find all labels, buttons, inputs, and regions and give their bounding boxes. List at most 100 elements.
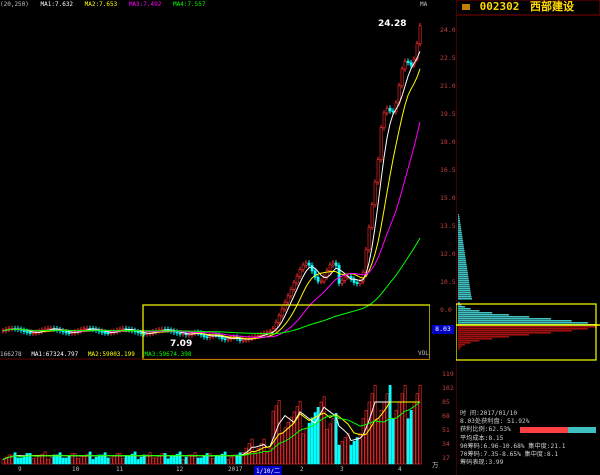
cost-dist-bar — [458, 246, 464, 248]
candle — [316, 276, 320, 282]
volume-bar — [373, 385, 377, 465]
vol-unit-label: 万 — [432, 461, 439, 469]
candle — [343, 276, 347, 281]
volume-bar — [193, 452, 197, 465]
candle — [409, 62, 413, 66]
volume-bar — [91, 459, 95, 465]
cost-dist-bar — [458, 278, 469, 280]
candle — [25, 331, 29, 333]
vtick-119: 119 — [442, 370, 454, 378]
volume-bar — [355, 437, 359, 465]
cost-dist-bar — [458, 328, 588, 330]
candle — [367, 226, 371, 251]
stock-title: 002302 西部建设 — [458, 0, 600, 14]
volume-bar — [265, 452, 269, 465]
cost-dist-bar — [458, 314, 510, 316]
stat-profit-ratio: 获利比例:62.53% — [460, 426, 600, 434]
volume-bar — [145, 454, 149, 465]
volume-bar — [259, 443, 263, 465]
cost-dist-bar — [458, 274, 469, 276]
volume-bar — [325, 428, 329, 465]
volume-bar — [403, 385, 407, 465]
candle — [46, 328, 50, 330]
ma-indicator-bar: (20,250) MA1:7.632 MA2:7.653 MA3:7.492 M… — [0, 0, 430, 10]
volume-bar — [289, 416, 293, 465]
vtick-34: 34 — [442, 440, 450, 448]
current-price-tag: 8.03 — [432, 325, 454, 334]
tick-10-5: 10.5 — [440, 278, 456, 286]
tick-24: 24.0 — [440, 26, 456, 34]
cost-dist-bar — [458, 236, 463, 238]
cost-dist-bar — [458, 344, 465, 346]
volume-bar — [328, 423, 332, 465]
candle — [82, 328, 86, 331]
candle — [175, 331, 179, 334]
candle — [22, 330, 26, 332]
volume-bar — [232, 454, 236, 465]
stat-90-chip: 90筹码:6.96-10.68% 集中度:21.1 — [460, 442, 566, 450]
candle — [67, 332, 71, 334]
candle — [205, 336, 209, 339]
cost-dist-bar — [458, 330, 572, 332]
candle — [103, 331, 107, 334]
volume-bar — [190, 454, 194, 465]
volume-bar — [412, 401, 416, 465]
ma1-value: MA1:7.632 — [40, 1, 74, 8]
cost-dist-bar — [458, 226, 461, 228]
vtick-17: 17 — [442, 454, 450, 462]
cost-dist-bar — [458, 316, 530, 318]
cost-dist-bar — [458, 326, 597, 328]
stat-chip-performance: 筹码表现:3.99 — [460, 459, 504, 467]
volume-bar — [142, 454, 146, 465]
volume-bar — [163, 453, 167, 465]
candle — [178, 332, 182, 335]
cost-dist-bar — [458, 262, 467, 264]
cost-dist-bar — [458, 348, 460, 350]
cost-dist-bar — [458, 306, 465, 308]
candle — [187, 334, 191, 337]
volume-bar — [13, 452, 17, 465]
candle — [31, 332, 35, 335]
cost-dist-bar — [458, 296, 472, 298]
volume-bar — [238, 452, 242, 465]
volume-bar — [214, 456, 218, 465]
candle — [145, 333, 149, 335]
candle — [307, 262, 311, 266]
volume-bar — [397, 401, 401, 465]
candle — [61, 330, 65, 333]
price-axis: 24.0 22.5 21.0 19.5 18.0 16.5 15.0 13.5 … — [430, 10, 456, 360]
candle — [277, 315, 281, 323]
volume-bar — [76, 458, 80, 465]
volume-bar — [244, 447, 248, 465]
candlestick-chart[interactable] — [0, 10, 430, 360]
candle — [301, 264, 305, 270]
candle — [295, 275, 299, 284]
cost-dist-bar — [458, 244, 464, 246]
volume-bar — [298, 400, 302, 465]
volume-bar — [1, 459, 5, 465]
candle — [241, 339, 245, 342]
candle — [70, 332, 74, 334]
volume-bar — [226, 459, 230, 465]
cost-dist-bar — [458, 288, 471, 290]
folder-icon — [462, 4, 470, 10]
volume-bar — [34, 456, 38, 465]
volume-bar — [283, 427, 287, 465]
cost-dist-bar — [458, 292, 471, 294]
volume-bar — [100, 454, 104, 465]
tick-16-5: 16.5 — [440, 166, 456, 174]
volume-chart[interactable] — [0, 360, 430, 468]
candle — [358, 281, 362, 284]
volume-bar — [121, 458, 125, 465]
candle — [376, 159, 380, 183]
date-9: 9 — [18, 466, 22, 473]
cost-dist-bar — [458, 280, 469, 282]
candle — [268, 331, 272, 333]
cost-dist-bar — [458, 342, 471, 344]
volume-bar — [196, 457, 200, 465]
volume-bar — [208, 453, 212, 465]
candle — [403, 60, 407, 70]
volume-bar — [43, 451, 47, 465]
volume-bar — [97, 454, 101, 465]
cost-dist-bar — [458, 308, 471, 310]
